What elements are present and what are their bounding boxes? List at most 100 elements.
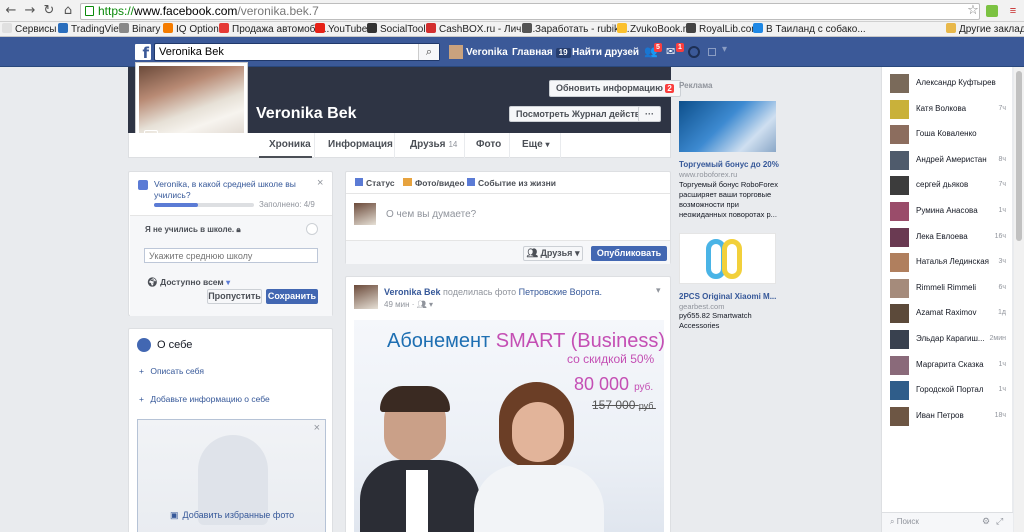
close-icon[interactable]: × bbox=[317, 177, 323, 189]
tab-more[interactable]: Еще ▾ bbox=[522, 139, 549, 151]
tab-friends[interactable]: Друзья 14 bbox=[410, 139, 457, 151]
add-featured-photos-link[interactable]: ▣ Добавить избранные фото bbox=[170, 510, 294, 521]
ad1-title[interactable]: Торгуемый бонус до 20% bbox=[679, 160, 779, 169]
close-icon[interactable]: × bbox=[314, 422, 320, 434]
user-avatar[interactable] bbox=[449, 45, 463, 59]
post-menu-chevron-down-icon[interactable]: ▾ bbox=[656, 285, 661, 296]
tab-photos[interactable]: Фото bbox=[476, 139, 501, 151]
chat-contact[interactable]: Румина Анасова 1ч bbox=[890, 202, 1010, 221]
chevron-down-icon: ▾ bbox=[226, 278, 231, 287]
ad2-title[interactable]: 2PCS Original Xiaomi M... bbox=[679, 292, 776, 301]
contact-avatar bbox=[890, 227, 909, 247]
chat-search-input[interactable]: ⌕ Поиск bbox=[890, 517, 919, 527]
chat-contact[interactable]: Azamat Raximov 1д bbox=[890, 304, 1010, 324]
socialtools-icon bbox=[367, 23, 377, 33]
composer-photo-tab[interactable]: Фото/видео bbox=[403, 178, 465, 188]
folder-icon bbox=[946, 23, 956, 33]
chat-contact[interactable]: Эльдар Карагиш... 2мин bbox=[890, 330, 1010, 349]
chat-contact[interactable]: Гоша Коваленко bbox=[890, 125, 1010, 145]
address-bar[interactable]: https://www.facebook.com/veronika.bek.7 bbox=[80, 3, 980, 20]
composer-input[interactable]: О чем вы думаете? bbox=[386, 209, 476, 220]
composer-status-tab[interactable]: Статус bbox=[355, 178, 395, 188]
add-info-link[interactable]: + Добавьте информацию о себе bbox=[139, 394, 270, 404]
nav-user[interactable]: Veronika bbox=[466, 47, 508, 59]
bookmark-zvukobook[interactable]: ZvukoBook.ru bbox=[617, 23, 692, 36]
featured-photos-box[interactable]: × ▣ Добавить избранные фото bbox=[137, 419, 326, 532]
chat-contact[interactable]: Rimmeli Rimmeli 6ч bbox=[890, 278, 1010, 298]
privacy-selector[interactable]: 🌍︎ Доступно всем ▾ bbox=[147, 277, 230, 288]
composer-event-tab[interactable]: Событие из жизни bbox=[467, 178, 556, 188]
menu-icon[interactable]: ≡ bbox=[1007, 5, 1019, 17]
publish-button[interactable]: Опубликовать bbox=[591, 246, 667, 261]
post-target[interactable]: Петровские Ворота. bbox=[519, 287, 602, 297]
contact-name: Маргарита Сказка bbox=[916, 359, 984, 369]
update-info-badge: 2 bbox=[665, 84, 674, 93]
post-image[interactable]: Абонемент SMART (Business) со скидкой 50… bbox=[354, 320, 664, 532]
post-time[interactable]: 49 мин · 👥︎ ▾ bbox=[384, 300, 433, 309]
bookmark-royallib[interactable]: RoyalLib.com bbox=[686, 23, 760, 36]
bookmark-services[interactable]: Сервисы bbox=[2, 23, 56, 36]
bookmark-thailand[interactable]: В Таиланд с собако... bbox=[753, 23, 866, 36]
contact-avatar bbox=[890, 278, 909, 298]
bookmark-socialtools[interactable]: SocialTools bbox=[367, 23, 431, 36]
contact-name: Лека Евлоева bbox=[916, 231, 968, 241]
chat-contact[interactable]: Городской Портал 1ч bbox=[890, 381, 1010, 401]
forward-icon[interactable]: → bbox=[22, 3, 38, 19]
chat-contact[interactable]: Катя Волкова 7ч bbox=[890, 99, 1010, 119]
tab-timeline[interactable]: Хроника bbox=[269, 139, 311, 151]
tab-about[interactable]: Информация bbox=[328, 139, 393, 151]
privacy-shortcuts-icon[interactable] bbox=[708, 48, 716, 56]
bookmark-binary[interactable]: Binary bbox=[119, 23, 160, 36]
facebook-logo-icon[interactable]: f bbox=[135, 44, 151, 62]
ad2-image[interactable] bbox=[679, 233, 776, 284]
chat-contact[interactable]: Маргарита Сказка 1ч bbox=[890, 355, 1010, 375]
nav-home[interactable]: Главная 19 bbox=[512, 47, 571, 59]
ad2-site[interactable]: gearbest.com bbox=[679, 302, 724, 311]
notifications-globe-icon[interactable] bbox=[688, 46, 700, 58]
reload-icon[interactable]: ↻ bbox=[41, 3, 57, 19]
gear-icon[interactable]: ⚙ bbox=[982, 516, 990, 527]
audience-selector[interactable]: 👥︎ Друзья ▾ bbox=[523, 246, 583, 261]
save-button[interactable]: Сохранить bbox=[266, 289, 318, 304]
chat-contact[interactable]: Лека Евлоева 16ч bbox=[890, 227, 1010, 247]
ad-price-new: 80 000 руб. bbox=[574, 374, 654, 394]
home-icon[interactable]: ⌂ bbox=[60, 3, 76, 19]
search-icon[interactable]: ⌕ bbox=[418, 44, 439, 60]
post-avatar[interactable] bbox=[354, 285, 378, 309]
bookmark-youtube[interactable]: YouTube bbox=[315, 23, 367, 36]
more-options-button[interactable]: ··· bbox=[638, 106, 661, 122]
expand-icon[interactable]: ⤢ bbox=[996, 516, 1003, 527]
chat-contact[interactable]: Александр Куфтырев bbox=[890, 74, 1010, 93]
chat-contact[interactable]: Иван Петров 18ч bbox=[890, 406, 1010, 426]
fb-search-input[interactable] bbox=[154, 43, 440, 61]
contact-name: сергей дьяков bbox=[916, 180, 969, 190]
ad1-site[interactable]: www.roboforex.ru bbox=[679, 170, 737, 179]
about-card: О себе + Описать себя + Добавьте информа… bbox=[128, 328, 333, 532]
ads-section-title: Реклама bbox=[679, 81, 713, 90]
star-icon[interactable]: ☆ bbox=[965, 3, 981, 19]
bookmark-tradingview[interactable]: TradingView bbox=[58, 23, 126, 36]
bookmark-other[interactable]: Другие закладки bbox=[946, 23, 1024, 36]
bookmark-iqoption[interactable]: IQ Option bbox=[163, 23, 219, 36]
bookmark-cashbox[interactable]: CashBOX.ru - Личн... bbox=[426, 23, 535, 36]
chat-contact[interactable]: Наталья Лединская 3ч bbox=[890, 253, 1010, 273]
no-school-radio[interactable] bbox=[306, 223, 318, 235]
skip-button[interactable]: Пропустить bbox=[207, 289, 262, 304]
page-scrollbar[interactable] bbox=[1014, 67, 1024, 532]
chat-contact[interactable]: Андрей Америстан 8ч bbox=[890, 150, 1010, 170]
nav-find-friends[interactable]: Найти друзей bbox=[572, 47, 639, 59]
update-info-button[interactable]: Обновить информацию 2 bbox=[549, 80, 681, 97]
bookmark-rubikl[interactable]: Заработать - rubikl... bbox=[522, 23, 630, 36]
post-author[interactable]: Veronika Bek bbox=[384, 287, 441, 297]
activity-log-button[interactable]: Посмотреть Журнал действий bbox=[509, 106, 659, 122]
extension-icon[interactable] bbox=[986, 5, 998, 17]
chat-contact[interactable]: сергей дьяков 7ч bbox=[890, 176, 1010, 196]
contact-name: Наталья Лединская bbox=[916, 257, 989, 267]
school-input[interactable] bbox=[144, 248, 318, 263]
globe-icon: 🌍︎ bbox=[147, 277, 158, 287]
ad1-image[interactable] bbox=[679, 101, 776, 152]
settings-chevron-down-icon[interactable]: ▾ bbox=[722, 44, 727, 55]
describe-self-link[interactable]: + Описать себя bbox=[139, 366, 204, 376]
back-icon[interactable]: ← bbox=[3, 3, 19, 19]
bookmark-auto[interactable]: Продажа автомоби... bbox=[219, 23, 329, 36]
